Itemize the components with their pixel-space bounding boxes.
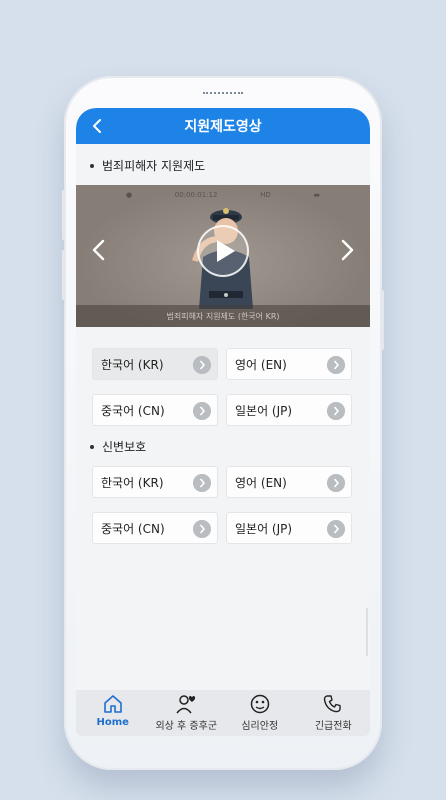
person-heart-icon [176,695,196,714]
prev-arrow-icon[interactable] [90,239,108,261]
scrollbar[interactable] [366,608,368,656]
lang-button-kr[interactable]: 한국어 (KR) [92,348,218,380]
app-screen: 지원제도영상 범죄피해자 지원제도 ● 00:00:01:12 HD ▬ 범죄피… [76,108,370,736]
lang-button-label: 중국어 (CN) [101,403,165,418]
tab-label: 긴급전화 [314,721,352,732]
phone-side-button [62,250,65,300]
tab-home[interactable]: Home [76,690,150,736]
section-title-victim-support: 범죄피해자 지원제도 [90,157,205,174]
chevron-right-icon [193,356,211,374]
chevron-right-icon [327,474,345,492]
lang-button-kr[interactable]: 한국어 (KR) [92,466,218,498]
section-title-text: 범죄피해자 지원제도 [102,159,206,173]
chevron-right-icon [193,474,211,492]
lang-button-label: 한국어 (KR) [101,475,164,490]
tab-label: Home [96,717,129,728]
phone-side-button [381,290,384,350]
video-caption: 범죄피해자 지원제도 (한국어 KR) [166,311,280,321]
phone-side-button [62,190,65,240]
hud-rec-icon: ● [126,191,133,199]
lang-button-label: 일본어 (JP) [235,403,293,418]
lang-button-label: 중국어 (CN) [101,521,165,536]
phone-speaker [203,92,243,95]
lang-button-label: 일본어 (JP) [235,521,293,536]
chevron-right-icon [193,520,211,538]
bullet-icon [90,444,94,449]
lang-button-cn[interactable]: 중국어 (CN) [92,512,218,544]
tab-label: 심리안정 [241,721,279,732]
app-header: 지원제도영상 [76,108,370,144]
chevron-right-icon [193,402,211,420]
lang-button-label: 한국어 (KR) [101,357,164,372]
next-arrow-icon[interactable] [338,239,356,261]
play-icon [217,240,235,262]
video-player[interactable]: ● 00:00:01:12 HD ▬ 범죄피해자 지원제도 (한국어 KR) [76,185,370,327]
tab-label: 외상 후 증후군 [155,721,218,732]
section-title-text: 신변보호 [102,440,147,454]
lang-button-en[interactable]: 영어 (EN) [226,466,352,498]
lang-button-label: 영어 (EN) [235,475,287,490]
phone-icon [324,695,341,713]
hud-battery-icon: ▬ [313,191,320,199]
page-title: 지원제도영상 [184,119,262,135]
play-button[interactable] [197,225,249,277]
video-caption-bar: 범죄피해자 지원제도 (한국어 KR) [76,305,370,327]
lang-button-en[interactable]: 영어 (EN) [226,348,352,380]
tab-ptsd[interactable]: 외상 후 증후군 [150,690,224,736]
lang-button-label: 영어 (EN) [235,357,287,372]
lang-button-jp[interactable]: 일본어 (JP) [226,512,352,544]
lang-button-cn[interactable]: 중국어 (CN) [92,394,218,426]
chevron-right-icon [327,520,345,538]
lang-button-jp[interactable]: 일본어 (JP) [226,394,352,426]
section-title-personal-protection: 신변보호 [90,438,146,455]
chevron-right-icon [327,402,345,420]
tab-psych-stability[interactable]: 심리안정 [223,690,297,736]
home-icon [103,695,122,713]
tab-emergency-call[interactable]: 긴급전화 [297,690,371,736]
mood-icon [250,694,269,714]
chevron-right-icon [327,356,345,374]
bottom-tab-bar: Home 외상 후 증후군 심리안정 긴급전화 [76,690,370,736]
back-icon[interactable] [90,118,106,134]
bullet-icon [90,163,94,168]
